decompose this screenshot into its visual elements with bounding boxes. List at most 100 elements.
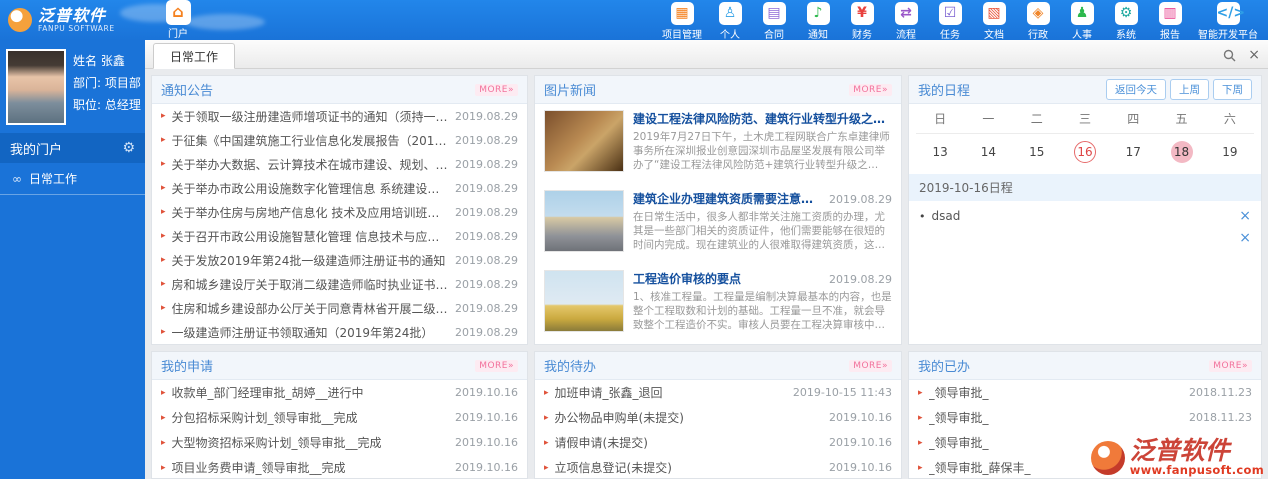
search-icon[interactable] bbox=[1223, 49, 1236, 62]
todo-text: 办公物品申购单(未提交) bbox=[554, 411, 684, 425]
notice-date: 2019.08.29 bbox=[455, 205, 518, 219]
app-personal[interactable]: ♙ 个人 bbox=[714, 0, 746, 41]
more-link[interactable]: MORE» bbox=[849, 83, 892, 96]
todo-item[interactable]: ▸ 请假申请(未提交) 2019.10.16 bbox=[535, 430, 901, 455]
more-link[interactable]: MORE» bbox=[475, 359, 518, 372]
app-report[interactable]: ▥ 报告 bbox=[1154, 0, 1186, 41]
app-task[interactable]: ☑ 任务 bbox=[934, 0, 966, 41]
more-link[interactable]: MORE» bbox=[1209, 359, 1252, 372]
delete-event-icon[interactable]: × bbox=[1239, 231, 1251, 245]
notice-item[interactable]: ▸ 关于举办住房与房地产信息化 技术及应用培训班的通知 2019.08.29 bbox=[152, 200, 527, 224]
done-item[interactable]: ▸ _领导审批_ 2018.11.23 bbox=[909, 380, 1261, 405]
application-item[interactable]: ▸ 收款单_部门经理审批_胡婷__进行中 2019.10.16 bbox=[152, 380, 527, 405]
todo-item[interactable]: ▸ 加班申请_张鑫_退回 2019-10-15 11:43 bbox=[535, 380, 901, 405]
panel-my-applications: 我的申请 MORE» ▸ 收款单_部门经理审批_胡婷__进行中 2019.10.16… bbox=[151, 351, 528, 479]
bullet-icon: ▸ bbox=[161, 207, 166, 217]
app-administration[interactable]: ◈ 行政 bbox=[1022, 0, 1054, 41]
notice-date: 2019.08.29 bbox=[455, 157, 518, 171]
sidebar-item-daily-work[interactable]: ∞ 日常工作 bbox=[0, 163, 145, 195]
application-item[interactable]: ▸ 大型物资招标采购计划_领导审批__完成 2019.10.16 bbox=[152, 430, 527, 455]
done-date: 2018.11.23 bbox=[1189, 386, 1252, 399]
calendar-day[interactable]: 14 bbox=[964, 141, 1012, 163]
todo-item[interactable]: ▸ 立项信息登记(未提交) 2019.10.16 bbox=[535, 455, 901, 478]
delete-event-icon[interactable]: × bbox=[1239, 209, 1251, 223]
application-item[interactable]: ▸ 项目业务费申请_领导审批__完成 2019.10.16 bbox=[152, 455, 527, 478]
prev-week-button[interactable]: 上周 bbox=[1170, 79, 1209, 100]
notice-item[interactable]: ▸ 房和城乡建设厅关于取消二级建造师临时执业证书的公告 2019.08.29 bbox=[152, 272, 527, 296]
notice-item[interactable]: ▸ 关于发放2019年第24批一级建造师注册证书的通知 2019.08.29 bbox=[152, 248, 527, 272]
panel-my-todos: 我的待办 MORE» ▸ 加班申请_张鑫_退回 2019-10-15 11:43 ▸… bbox=[534, 351, 902, 479]
day-number: 13 bbox=[932, 145, 948, 159]
weekday-label: 一 bbox=[982, 112, 995, 126]
todo-list: ▸ 加班申请_张鑫_退回 2019-10-15 11:43 ▸ 办公物品申购单(未提交… bbox=[535, 380, 901, 478]
panel-title: 我的已办 bbox=[918, 360, 971, 375]
notice-date: 2019.08.29 bbox=[455, 109, 518, 123]
notice-text: 住房和城乡建设部办公厅关于同意青林省开展二级建造师注册证书电... bbox=[171, 301, 449, 316]
news-date: 2019.08.29 bbox=[829, 273, 892, 286]
schedule-day-header: 2019-10-16日程 bbox=[909, 174, 1261, 201]
notice-date: 2019.08.29 bbox=[455, 229, 518, 243]
next-week-button[interactable]: 下周 bbox=[1213, 79, 1252, 100]
notice-item[interactable]: ▸ 一级建造师注册证书领取通知（2019年第24批） 2019.08.29 bbox=[152, 320, 527, 344]
weekday-label: 四 bbox=[1127, 112, 1140, 126]
app-system[interactable]: ⚙ 系统 bbox=[1110, 0, 1142, 41]
calendar-day[interactable]: 15 bbox=[1013, 141, 1061, 163]
todo-text: 请假申请(未提交) bbox=[554, 436, 648, 450]
app-contract[interactable]: ▤ 合同 bbox=[758, 0, 790, 41]
portal-home-button[interactable]: ⌂ 门户 bbox=[155, 0, 201, 40]
gear-icon[interactable]: ⚙ bbox=[122, 140, 135, 156]
application-item[interactable]: ▸ 分包招标采购计划_领导审批__完成 2019.10.16 bbox=[152, 405, 527, 430]
news-list: 建设工程法律风险防范、建筑行业转型升级之路沙龙活动 2019年7月27日下午，土… bbox=[535, 104, 901, 344]
app-finance[interactable]: ¥ 财务 bbox=[846, 0, 878, 41]
tab-daily-work[interactable]: 日常工作 bbox=[153, 43, 236, 69]
app-label: 财务 bbox=[852, 29, 872, 41]
more-link[interactable]: MORE» bbox=[849, 359, 892, 372]
schedule-event[interactable]: • dsad × bbox=[909, 201, 1261, 223]
app-label: 合同 bbox=[764, 29, 784, 41]
news-summary: 1、核准工程量。工程量是编制决算最基本的内容，也是整个工程取数和计划的基础。工程… bbox=[633, 291, 892, 332]
notice-item[interactable]: ▸ 关于领取一级注册建造师增项证书的通知（须持一建证书前来领取） 2019.08.2… bbox=[152, 104, 527, 128]
notice-item[interactable]: ▸ 住房和城乡建设部办公厅关于同意青林省开展二级建造师注册证书电... 2019.0… bbox=[152, 296, 527, 320]
news-body: 工程造价审核的要点 2019.08.29 1、核准工程量。工程量是编制决算最基本… bbox=[633, 270, 892, 338]
app-label: 文档 bbox=[984, 29, 1004, 41]
app-notification[interactable]: ♪ 通知 bbox=[802, 0, 834, 41]
bullet-icon: ▸ bbox=[918, 462, 923, 473]
news-item[interactable]: 建筑企业办理建筑资质需要注意哪些细节 2019.08.29 在日常生活中，很多人… bbox=[535, 184, 901, 264]
app-document[interactable]: ▧ 文档 bbox=[978, 0, 1010, 41]
application-text: 收款单_部门经理审批_胡婷__进行中 bbox=[171, 386, 364, 400]
todo-item[interactable]: ▸ 办公物品申购单(未提交) 2019.10.16 bbox=[535, 405, 901, 430]
column-left: 通知公告 MORE» ▸关于领取一级注册建造师增项证书的通知（须持一建证书前来领… bbox=[151, 75, 528, 479]
close-icon[interactable]: × bbox=[1248, 48, 1260, 62]
app-hr[interactable]: ♟ 人事 bbox=[1066, 0, 1098, 41]
user-name-label: 姓名 bbox=[73, 54, 98, 68]
application-text: 项目业务费申请_领导审批__完成 bbox=[171, 461, 346, 475]
notice-item[interactable]: ▸ 关于举办大数据、云计算技术在城市建设、规划、管理与服务中的应... 2019.0… bbox=[152, 152, 527, 176]
calendar-day[interactable]: 17 bbox=[1109, 141, 1157, 163]
news-item[interactable]: 建设工程法律风险防范、建筑行业转型升级之路沙龙活动 2019年7月27日下午，土… bbox=[535, 104, 901, 184]
news-item[interactable]: 工程造价审核的要点 2019.08.29 1、核准工程量。工程量是编制决算最基本… bbox=[535, 264, 901, 344]
app-project-management[interactable]: ▦ 项目管理 bbox=[662, 0, 702, 41]
application-date: 2019.10.16 bbox=[455, 386, 518, 399]
system-icon: ⚙ bbox=[1114, 1, 1138, 25]
app-process[interactable]: ⇄ 流程 bbox=[890, 0, 922, 41]
calendar-day-highlighted[interactable]: 18 bbox=[1157, 141, 1205, 163]
event-bullet-icon: • bbox=[919, 209, 926, 223]
application-date: 2019.10.16 bbox=[455, 461, 518, 474]
notice-item[interactable]: ▸ 关于举办市政公用设施数字化管理信息 系统建设与应用培训班的通知 2019.08.… bbox=[152, 176, 527, 200]
bullet-icon: ▸ bbox=[161, 387, 166, 398]
schedule-event[interactable]: × bbox=[909, 223, 1261, 245]
calendar-day[interactable]: 19 bbox=[1206, 141, 1254, 163]
back-to-today-button[interactable]: 返回今天 bbox=[1106, 79, 1166, 100]
done-item[interactable]: ▸ _领导审批_ 2018.11.23 bbox=[909, 405, 1261, 430]
contract-icon: ▤ bbox=[762, 1, 786, 25]
application-text: 分包招标采购计划_领导审批__完成 bbox=[171, 411, 358, 425]
app-dev-platform[interactable]: </> 智能开发平台 bbox=[1198, 0, 1258, 41]
link-icon: ∞ bbox=[12, 171, 22, 186]
app-label: 流程 bbox=[896, 29, 916, 41]
calendar-day-today[interactable]: 16 bbox=[1061, 141, 1109, 163]
notice-item[interactable]: ▸ 关于召开市政公用设施智慧化管理 信息技术与应用培训班的通知 2019.08.29 bbox=[152, 224, 527, 248]
notice-item[interactable]: ▸ 于征集《中国建筑施工行业信息化发展报告（2014）—BIM应用与发... 201… bbox=[152, 128, 527, 152]
more-link[interactable]: MORE» bbox=[475, 83, 518, 96]
calendar-day[interactable]: 13 bbox=[916, 141, 964, 163]
app-label: 系统 bbox=[1116, 29, 1136, 41]
